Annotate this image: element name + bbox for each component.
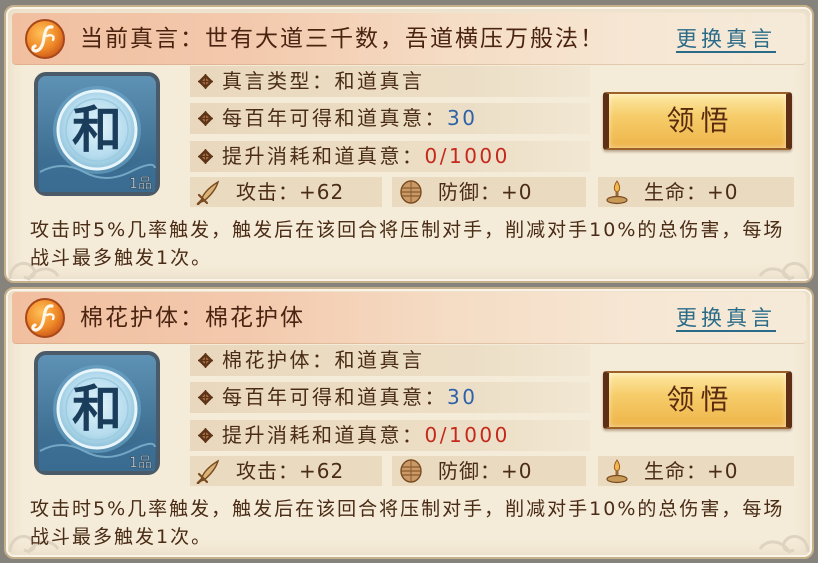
row-value: 30	[447, 106, 478, 130]
panel-header: 棉花护体：棉花护体 更换真言	[12, 292, 806, 344]
grade-label: 1品	[129, 455, 152, 471]
row-value: 0/1000	[424, 423, 510, 447]
emblem-char: 和	[72, 100, 122, 159]
mantra-title: 当前真言：世有大道三千数，吾道横压万般法！	[80, 26, 605, 52]
he-emblem-icon[interactable]: 和 1品	[34, 351, 160, 475]
info-row-cost: 提升消耗和道真意：0/1000	[190, 141, 590, 172]
stat-attack: 攻击：+62	[190, 177, 382, 207]
effect-description: 攻击时5%几率触发，触发后在该回合将压制对手，削减对手10%的总伤害，每场 战斗…	[30, 216, 800, 272]
stat-label: 攻击：	[236, 180, 299, 204]
stat-defense: 防御：+0	[392, 177, 586, 207]
stat-life: 生命：+0	[598, 456, 794, 486]
diamond-bullet-icon	[198, 390, 213, 405]
info-row-yield: 每百年可得和道真意：30	[190, 103, 590, 134]
row-text: 每百年可得和道真意：30	[222, 382, 477, 413]
diamond-bullet-icon	[198, 353, 213, 368]
info-row-cost: 提升消耗和道真意：0/1000	[190, 420, 590, 451]
row-label: 提升消耗和道真意：	[222, 144, 425, 168]
scroll-badge-icon	[24, 297, 66, 339]
stat-defense: 防御：+0	[392, 456, 586, 486]
mantra-title: 棉花护体：棉花护体	[80, 305, 305, 331]
mantra-panel-current: 当前真言：世有大道三千数，吾道横压万般法！ 更换真言 和 1品 真言类型：和道真…	[4, 5, 814, 283]
stat-text: 生命：+0	[644, 177, 738, 207]
stat-label: 防御：	[438, 459, 501, 483]
panel-content: 当前真言：世有大道三千数，吾道横压万般法！ 更换真言 和 1品 真言类型：和道真…	[6, 7, 812, 281]
stat-text: 防御：+0	[438, 456, 532, 486]
description-line: 战斗最多触发1次。	[30, 526, 213, 548]
row-text: 每百年可得和道真意：30	[222, 103, 477, 134]
stat-text: 生命：+0	[644, 456, 738, 486]
defense-icon	[398, 458, 424, 484]
description-line: 攻击时5%几率触发，触发后在该回合将压制对手，削减对手10%的总伤害，每场	[30, 498, 785, 520]
mantra-panel-cotton-guard: 棉花护体：棉花护体 更换真言 和 1品 棉花护体：和道真言 每百年可得和道真意：…	[4, 287, 814, 559]
attack-icon	[196, 179, 222, 206]
stat-text: 攻击：+62	[236, 177, 344, 207]
change-mantra-link[interactable]: 更换真言	[676, 292, 776, 344]
row-text: 真言类型：和道真言	[222, 66, 425, 97]
info-row-type: 真言类型：和道真言	[190, 66, 590, 97]
stat-value: +0	[501, 459, 533, 483]
info-row-type: 棉花护体：和道真言	[190, 345, 590, 376]
diamond-bullet-icon	[198, 74, 213, 89]
stat-text: 攻击：+62	[236, 456, 344, 486]
row-label: 棉花护体：	[222, 348, 335, 372]
info-row-yield: 每百年可得和道真意：30	[190, 382, 590, 413]
life-icon	[604, 458, 630, 484]
stat-value: +0	[501, 180, 533, 204]
row-text: 提升消耗和道真意：0/1000	[222, 420, 510, 451]
stat-text: 防御：+0	[438, 177, 532, 207]
row-text: 棉花护体：和道真言	[222, 345, 425, 376]
row-label: 每百年可得和道真意：	[222, 106, 447, 130]
row-value: 和道真言	[334, 348, 425, 372]
scroll-badge-icon	[24, 18, 66, 60]
effect-description: 攻击时5%几率触发，触发后在该回合将压制对手，削减对手10%的总伤害，每场 战斗…	[30, 495, 800, 551]
diamond-bullet-icon	[198, 111, 213, 126]
stat-label: 攻击：	[236, 459, 299, 483]
stat-attack: 攻击：+62	[190, 456, 382, 486]
change-mantra-link[interactable]: 更换真言	[676, 13, 776, 65]
diamond-bullet-icon	[198, 428, 213, 443]
defense-icon	[398, 179, 424, 205]
stat-value: +0	[707, 459, 739, 483]
row-label: 真言类型：	[222, 69, 335, 93]
description-line: 战斗最多触发1次。	[30, 247, 213, 269]
stat-value: +62	[299, 459, 345, 483]
diamond-bullet-icon	[198, 149, 213, 164]
stat-label: 防御：	[438, 180, 501, 204]
row-value: 和道真言	[334, 69, 425, 93]
row-value: 0/1000	[424, 144, 510, 168]
he-emblem-icon[interactable]: 和 1品	[34, 72, 160, 196]
row-label: 每百年可得和道真意：	[222, 385, 447, 409]
row-value: 30	[447, 385, 478, 409]
emblem-char: 和	[72, 379, 122, 438]
grade-label: 1品	[129, 176, 152, 192]
panel-header: 当前真言：世有大道三千数，吾道横压万般法！ 更换真言	[12, 13, 806, 65]
comprehend-button[interactable]: 领悟	[603, 371, 792, 429]
stat-life: 生命：+0	[598, 177, 794, 207]
stat-value: +62	[299, 180, 345, 204]
attack-icon	[196, 458, 222, 485]
comprehend-button[interactable]: 领悟	[603, 92, 792, 150]
life-icon	[604, 179, 630, 205]
description-line: 攻击时5%几率触发，触发后在该回合将压制对手，削减对手10%的总伤害，每场	[30, 219, 785, 241]
panel-content: 棉花护体：棉花护体 更换真言 和 1品 棉花护体：和道真言 每百年可得和道真意：…	[6, 289, 812, 554]
row-text: 提升消耗和道真意：0/1000	[222, 141, 510, 172]
stat-label: 生命：	[644, 180, 707, 204]
row-label: 提升消耗和道真意：	[222, 423, 425, 447]
stat-label: 生命：	[644, 459, 707, 483]
stat-value: +0	[707, 180, 739, 204]
